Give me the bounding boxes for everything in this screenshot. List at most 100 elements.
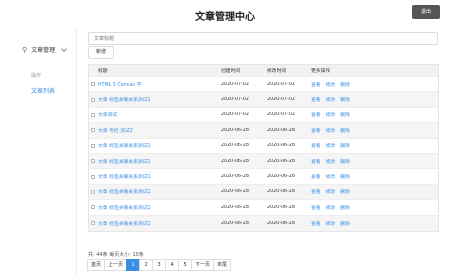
view-link[interactable]: 查看 — [311, 83, 321, 88]
row-checkbox[interactable] — [91, 174, 95, 179]
row-checkbox[interactable] — [91, 159, 95, 164]
row-actions: 查看 修改 删除 — [311, 142, 438, 149]
article-title-link[interactable]: 文章 标签关联关系测试1 — [97, 188, 221, 195]
sidebar-menu-title: 文章管理 — [31, 47, 56, 54]
row-checkbox[interactable] — [91, 112, 95, 117]
table-row: 文章 标签关联关系测试1 2020-06-28 2020-06-28 查看 修改 删除 — [89, 215, 438, 231]
row-checkbox[interactable] — [91, 143, 95, 148]
row-checkbox-cell — [89, 189, 97, 194]
delete-link[interactable]: 删除 — [340, 144, 350, 149]
edit-link[interactable]: 修改 — [326, 83, 336, 88]
edit-link[interactable]: 修改 — [326, 144, 336, 149]
created-date: 2020-06-28 — [221, 158, 249, 164]
delete-link[interactable]: 删除 — [340, 129, 350, 134]
delete-link[interactable]: 删除 — [340, 206, 350, 211]
row-checkbox-cell — [89, 205, 97, 210]
sidebar-menu-header[interactable]: ⚲ 文章管理 — [22, 45, 56, 55]
modified-date: 2020-06-28 — [267, 189, 295, 195]
sidebar-group-label: 操作 — [31, 73, 42, 79]
delete-link[interactable]: 删除 — [340, 83, 350, 88]
edit-link[interactable]: 修改 — [326, 160, 336, 165]
column-header-actions: 更多操作 — [311, 69, 331, 74]
article-title-link[interactable]: 文章 标签关联关系测试1 — [97, 173, 221, 180]
article-title-link[interactable]: 文章测试 — [97, 111, 221, 118]
prev-page-button[interactable]: 上一页 — [104, 259, 128, 271]
created-date: 2020-06-28 — [221, 189, 249, 195]
view-link[interactable]: 查看 — [311, 175, 321, 180]
edit-link[interactable]: 修改 — [326, 206, 336, 211]
pagination: 首页 上一页 1 2 3 4 5 下一页 末尾 — [87, 259, 232, 271]
edit-link[interactable]: 修改 — [326, 222, 336, 227]
next-page-button[interactable]: 下一页 — [191, 259, 215, 271]
row-checkbox[interactable] — [91, 82, 95, 87]
delete-link[interactable]: 删除 — [340, 160, 350, 165]
row-actions: 查看 修改 删除 — [311, 188, 438, 195]
table-header-row: 标题 创建时间 修改时间 更多操作 — [89, 65, 438, 77]
table-row: 文章 标签关联关系测试1 2020-07-02 2020-07-02 查看 修改 删除 — [89, 92, 438, 108]
created-date: 2020-07-02 — [221, 112, 249, 118]
article-title-link[interactable]: 文章 标签关联关系测试1 — [97, 204, 221, 211]
view-link[interactable]: 查看 — [311, 190, 321, 195]
edit-link[interactable]: 修改 — [326, 113, 336, 118]
row-checkbox-cell — [89, 97, 97, 102]
article-title-link[interactable]: 文章 专栏 测试2 — [97, 127, 221, 134]
table-row: 文章 标签关联关系测试1 2020-06-28 2020-06-28 查看 修改 删除 — [89, 139, 438, 154]
delete-link[interactable]: 删除 — [340, 98, 350, 103]
row-checkbox[interactable] — [91, 221, 95, 226]
first-page-button[interactable]: 首页 — [87, 259, 106, 271]
table-row: 文章 标签关联关系测试1 2020-06-28 2020-06-28 查看 修改 删除 — [89, 200, 438, 216]
sidebar: ⚲ 文章管理 操作 文章列表 — [0, 36, 76, 277]
row-actions: 查看 修改 删除 — [311, 204, 438, 211]
row-checkbox-cell — [89, 174, 97, 179]
row-checkbox[interactable] — [91, 128, 95, 133]
row-actions: 查看 修改 删除 — [311, 111, 438, 118]
created-date: 2020-06-28 — [221, 143, 249, 149]
article-title-link[interactable]: 文章 标签关联关系测试1 — [97, 220, 221, 227]
created-date: 2020-06-28 — [221, 127, 249, 133]
column-header-title[interactable]: 标题 — [97, 67, 221, 74]
pagination-info: 共: 44条 每页大小: 10条 — [88, 252, 144, 258]
column-header-created[interactable]: 创建时间 — [221, 67, 267, 74]
row-checkbox[interactable] — [91, 205, 95, 210]
add-button[interactable]: 新增 — [88, 46, 114, 59]
row-checkbox[interactable] — [91, 189, 95, 194]
delete-link[interactable]: 删除 — [340, 222, 350, 227]
row-actions: 查看 修改 删除 — [311, 81, 438, 88]
view-link[interactable]: 查看 — [311, 129, 321, 134]
created-date: 2020-06-28 — [221, 220, 249, 226]
delete-link[interactable]: 删除 — [340, 190, 350, 195]
table-row: 文章 专栏 测试2 2020-06-28 2020-06-28 查看 修改 删除 — [89, 123, 438, 139]
edit-link[interactable]: 修改 — [326, 190, 336, 195]
page-button-2[interactable]: 2 — [139, 259, 154, 271]
table-row: HTML 5 Canvas 学 2020-07-02 2020-07-02 查看 修改删… — [89, 77, 438, 93]
row-checkbox[interactable] — [91, 97, 95, 102]
view-link[interactable]: 查看 — [311, 98, 321, 103]
edit-link[interactable]: 修改 — [326, 129, 336, 134]
view-link[interactable]: 查看 — [311, 160, 321, 165]
table-row: 文章 标签关联关系测试1 2020-06-28 2020-06-28 查看 修改 删除 — [89, 169, 438, 185]
logout-button[interactable]: 退出 — [412, 5, 440, 19]
last-page-button[interactable]: 末尾 — [213, 259, 232, 271]
sidebar-item-article-list[interactable]: 文章列表 — [31, 86, 55, 95]
article-title-link[interactable]: 文章 标签关联关系测试1 — [97, 142, 221, 149]
delete-link[interactable]: 删除 — [340, 175, 350, 180]
view-link[interactable]: 查看 — [311, 222, 321, 227]
search-input[interactable] — [88, 32, 438, 45]
article-title-link[interactable]: 文章 标签关联关系测试1 — [97, 96, 221, 103]
chevron-down-icon[interactable] — [61, 46, 67, 52]
view-link[interactable]: 查看 — [311, 113, 321, 118]
location-pin-icon: ⚲ — [22, 45, 28, 54]
page-button-3[interactable]: 3 — [152, 259, 167, 271]
article-title-link[interactable]: HTML 5 Canvas 学 — [97, 81, 221, 88]
article-title-link[interactable]: 文章 标签关联关系测试1 — [97, 158, 221, 165]
edit-link[interactable]: 修改 — [326, 175, 336, 180]
page-button-5[interactable]: 5 — [178, 259, 193, 271]
delete-link[interactable]: 删除 — [340, 113, 350, 118]
view-link[interactable]: 查看 — [311, 144, 321, 149]
column-header-modified[interactable]: 修改时间 — [267, 67, 311, 74]
modified-date: 2020-06-28 — [267, 127, 295, 133]
edit-link[interactable]: 修改 — [326, 98, 336, 103]
page-button-4[interactable]: 4 — [165, 259, 180, 271]
page-button-1[interactable]: 1 — [126, 259, 141, 271]
view-link[interactable]: 查看 — [311, 206, 321, 211]
